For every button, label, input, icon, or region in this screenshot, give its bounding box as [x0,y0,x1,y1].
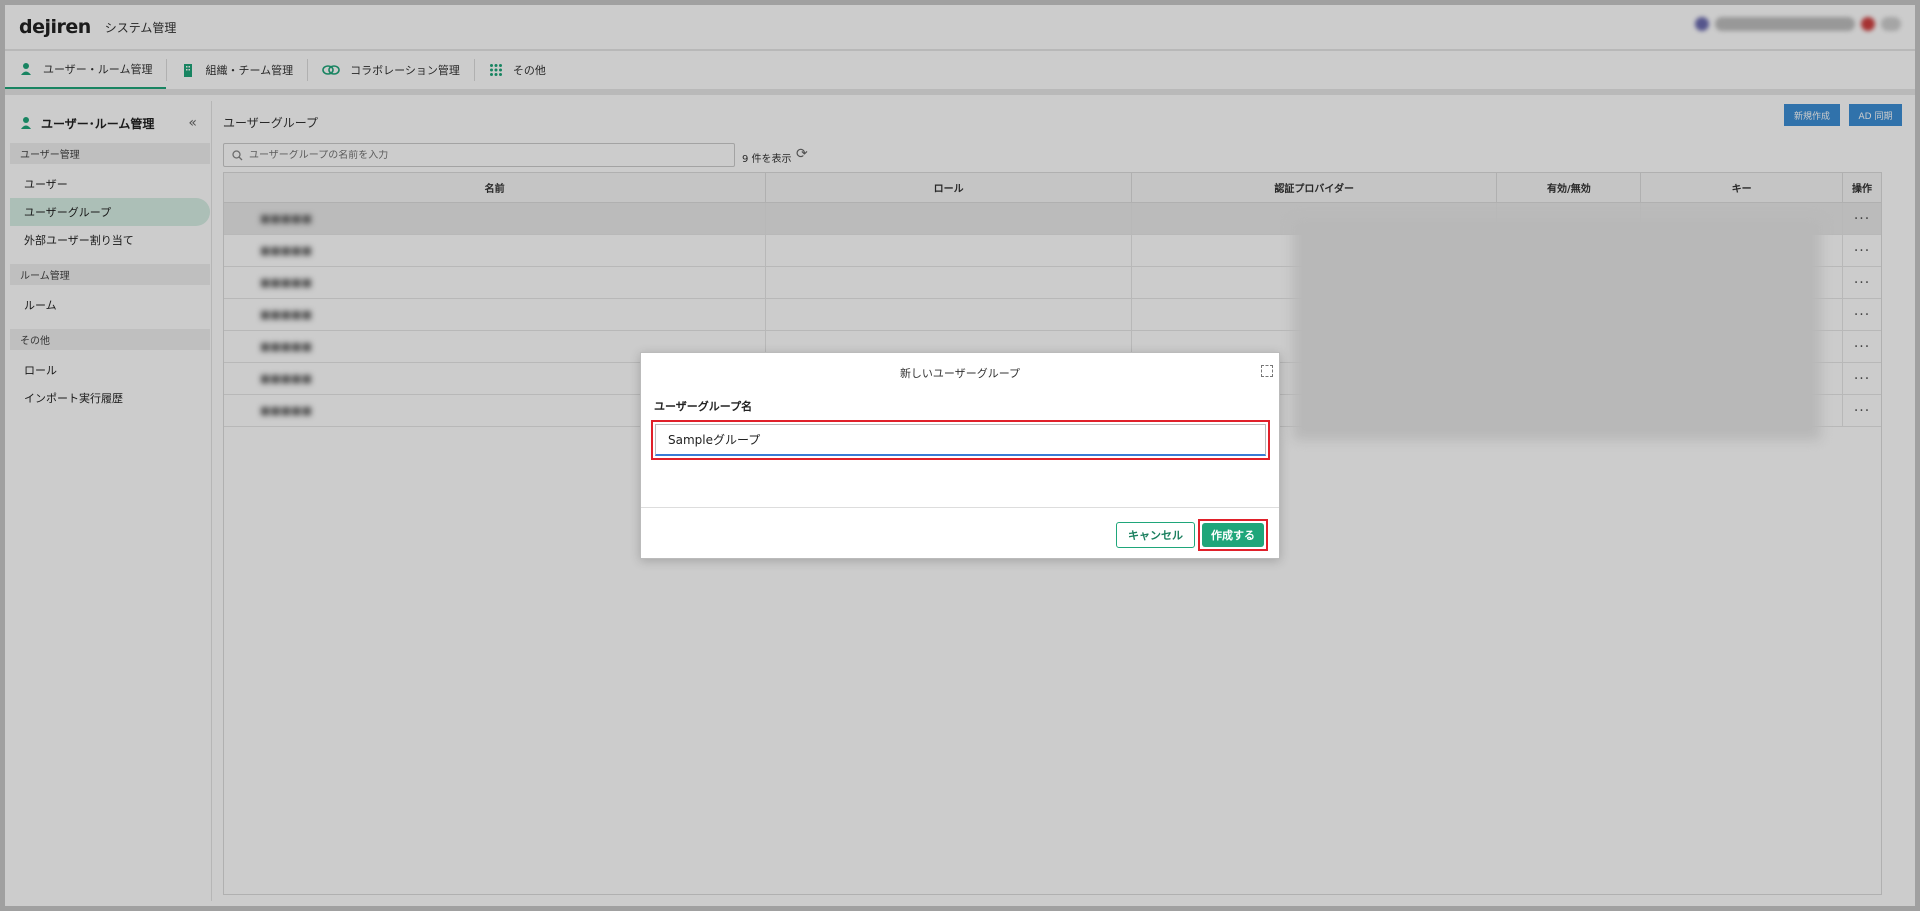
create-button[interactable]: 作成する [1202,523,1264,547]
cancel-button[interactable]: キャンセル [1116,522,1195,548]
highlight-box: Sampleグループ [651,420,1270,460]
highlight-box: 作成する [1198,519,1268,551]
close-icon[interactable] [1261,365,1273,377]
group-name-field[interactable]: Sampleグループ [655,424,1266,456]
dialog-title: 新しいユーザーグループ [899,367,1021,380]
new-user-group-dialog: 新しいユーザーグループ ユーザーグループ名 Sampleグループ キャンセル 作… [640,352,1280,559]
divider [641,507,1279,508]
field-label: ユーザーグループ名 [654,400,753,413]
